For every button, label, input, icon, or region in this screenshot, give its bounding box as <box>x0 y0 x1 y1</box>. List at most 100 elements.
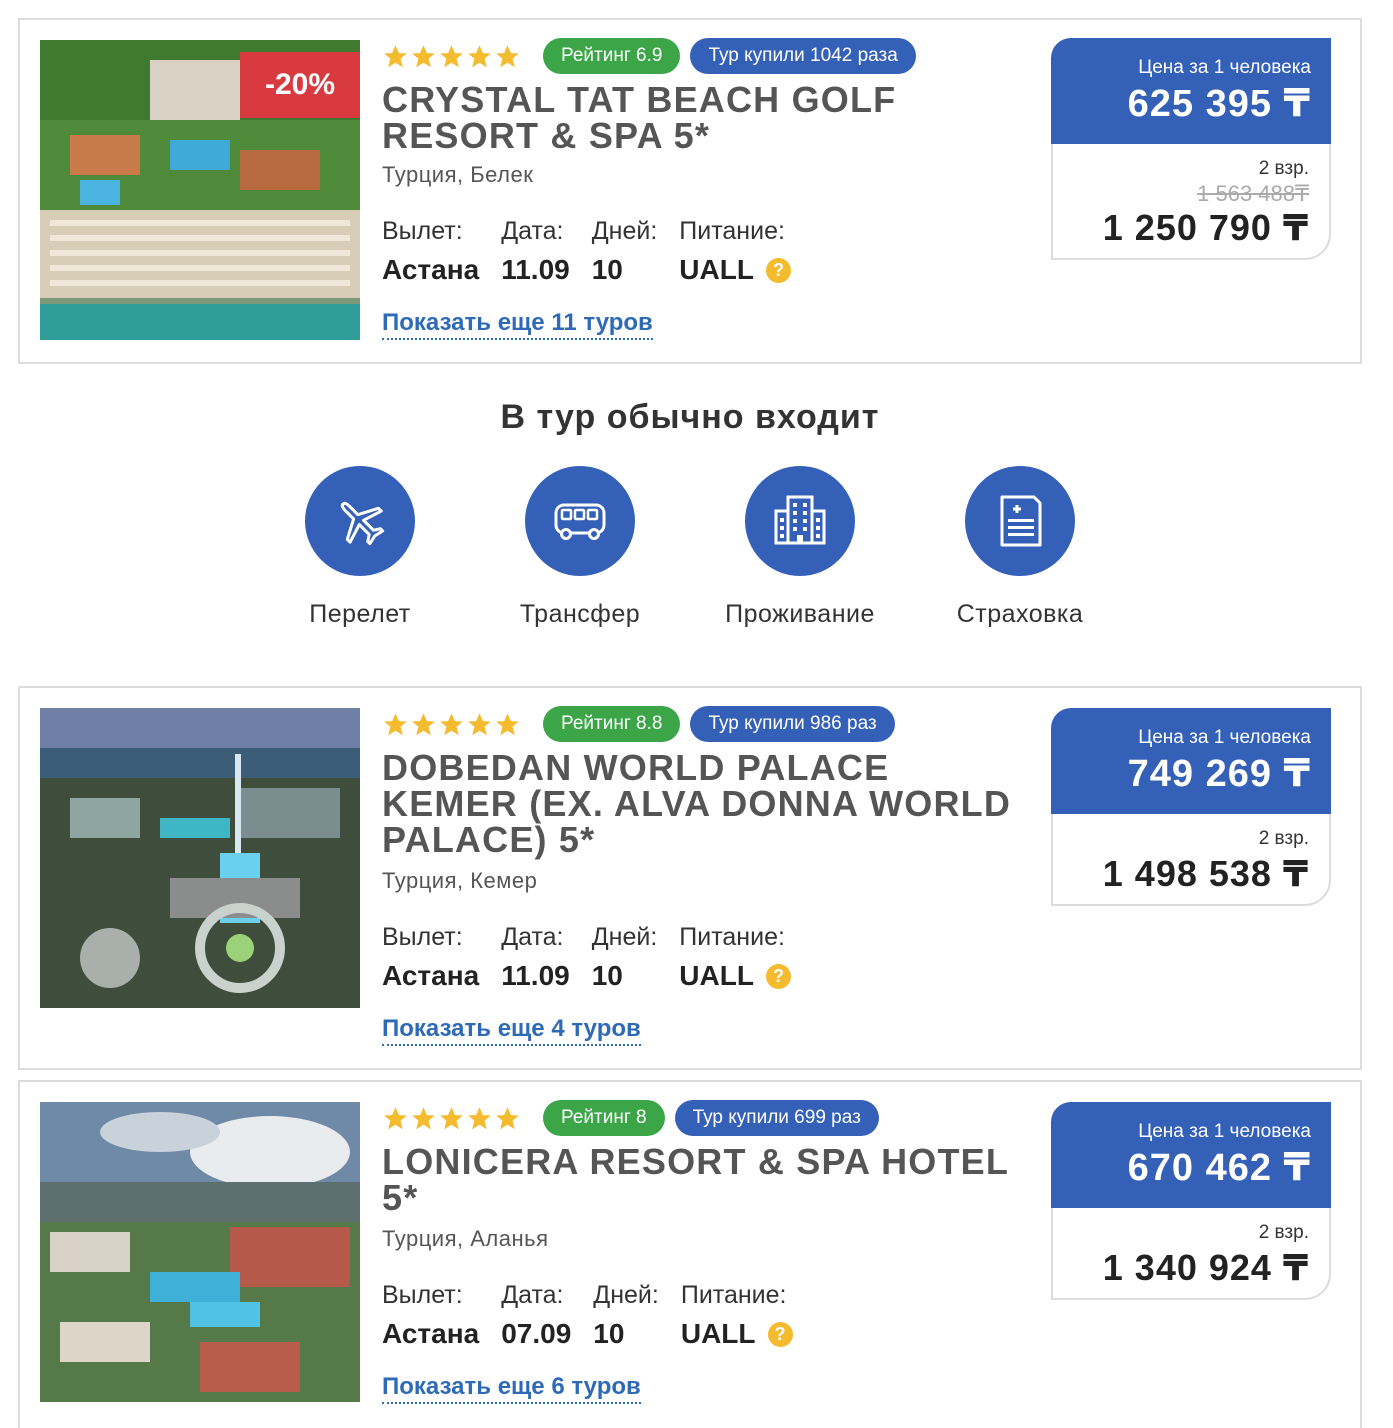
insurance-document-icon <box>965 466 1075 576</box>
star-icon <box>384 1106 407 1129</box>
help-icon[interactable]: ? <box>765 963 791 989</box>
departure-label: Вылет: <box>382 923 463 951</box>
show-more-tours-link[interactable]: Показать еще 4 туров <box>382 1014 641 1046</box>
star-icon <box>384 712 407 735</box>
star-icon <box>440 712 463 735</box>
hotel-location: Турция, Белек <box>382 162 534 187</box>
include-transfer-label: Трансфер <box>519 600 641 628</box>
airplane-icon <box>305 466 415 576</box>
days-label: Дней: <box>593 1281 659 1309</box>
departure-value: Астана <box>382 254 480 285</box>
star-icon <box>496 1106 519 1129</box>
price-block[interactable]: Цена за 1 человека 625 395 ₸ 2 взр. 1 56… <box>1051 38 1331 260</box>
star-icon <box>412 44 435 67</box>
bus-icon <box>525 466 635 576</box>
departure-label: Вылет: <box>382 217 463 245</box>
star-icon <box>440 1106 463 1129</box>
date-label: Дата: <box>501 217 564 245</box>
tour-includes-title: В тур обычно входит <box>500 398 880 436</box>
include-flight: Перелет <box>250 466 470 629</box>
hotel-photo[interactable] <box>40 1102 360 1402</box>
meals-label: Питание: <box>679 217 785 245</box>
star-icon <box>496 44 519 67</box>
purchase-count-badge: Тур купили 699 раз <box>674 1100 879 1136</box>
star-rating <box>382 43 521 70</box>
tour-details: Вылет: Астана Дата: 11.09 Дней: 10 Питание:… <box>382 212 813 290</box>
star-icon <box>468 712 491 735</box>
building-icon <box>745 466 855 576</box>
hotel-photo[interactable]: -20% <box>40 40 360 340</box>
tour-details: Вылет: Астана Дата: 11.09 Дней: 10 Питание:… <box>382 918 813 996</box>
purchase-count-badge: Тур купили 1042 раза <box>690 38 916 74</box>
days-label: Дней: <box>591 923 658 951</box>
rating-badge: Рейтинг 8.8 <box>543 706 681 742</box>
help-icon[interactable]: ? <box>767 1321 793 1347</box>
hotel-card: Рейтинг 8 Тур купили 699 раз LONICERA RE… <box>18 1080 1362 1428</box>
date-value: 11.09 <box>501 960 570 991</box>
price-per-person-label: Цена за 1 человека <box>1138 57 1311 78</box>
price-per-person-label: Цена за 1 человека <box>1138 1121 1311 1142</box>
days-value: 10 <box>593 1318 625 1349</box>
hotel-name[interactable]: DOBEDAN WORLD PALACE KEMER (EX. ALVA DON… <box>382 750 1022 858</box>
days-label: Дней: <box>591 217 658 245</box>
star-icon <box>440 44 463 67</box>
rating-badge: Рейтинг 8 <box>543 1100 665 1136</box>
old-price: 1 563 488₸ <box>1197 181 1309 206</box>
total-price: 1 340 924 ₸ <box>1102 1247 1309 1288</box>
resort-aerial-image <box>40 708 360 1008</box>
date-value: 07.09 <box>501 1318 572 1349</box>
star-icon <box>384 44 407 67</box>
total-price: 1 498 538 ₸ <box>1102 853 1309 894</box>
star-icon <box>468 44 491 67</box>
show-more-tours-link[interactable]: Показать еще 11 туров <box>382 308 653 340</box>
hotel-photo[interactable] <box>40 708 360 1008</box>
days-value: 10 <box>591 960 623 991</box>
include-accommodation: Проживание <box>690 466 910 629</box>
star-rating <box>382 1105 521 1132</box>
include-insurance-label: Страховка <box>956 600 1084 628</box>
star-icon <box>412 712 435 735</box>
meals-value: UALL <box>679 254 754 285</box>
hotel-location: Турция, Кемер <box>382 868 538 893</box>
days-value: 10 <box>591 254 623 285</box>
total-price: 1 250 790 ₸ <box>1102 207 1309 248</box>
include-accommodation-label: Проживание <box>725 600 875 628</box>
price-per-person-value: 749 269 ₸ <box>1127 753 1311 795</box>
departure-value: Астана <box>382 960 480 991</box>
hotel-card: -20% Рейтинг 6.9 Тур купили 1042 раза CR… <box>18 18 1362 364</box>
tour-details: Вылет: Астана Дата: 07.09 Дней: 10 Питание:… <box>382 1276 815 1354</box>
travelers-count: 2 взр. <box>1258 158 1309 179</box>
resort-aerial-image <box>40 1102 360 1402</box>
hotel-name[interactable]: CRYSTAL TAT BEACH GOLF RESORT & SPA 5* <box>382 82 1022 154</box>
star-rating <box>382 711 521 738</box>
hotel-location: Турция, Аланья <box>382 1226 549 1251</box>
star-icon <box>412 1106 435 1129</box>
include-flight-label: Перелет <box>309 600 411 628</box>
price-per-person-label: Цена за 1 человека <box>1138 727 1311 748</box>
help-icon[interactable]: ? <box>765 257 791 283</box>
meals-label: Питание: <box>680 1281 787 1309</box>
discount-badge: -20% <box>240 52 360 118</box>
meals-value: UALL <box>679 960 754 991</box>
departure-value: Астана <box>382 1318 480 1349</box>
price-per-person-value: 625 395 ₸ <box>1127 83 1311 125</box>
date-label: Дата: <box>501 923 564 951</box>
star-icon <box>468 1106 491 1129</box>
rating-badge: Рейтинг 6.9 <box>543 38 681 74</box>
hotel-name[interactable]: LONICERA RESORT & SPA HOTEL 5* <box>382 1144 1022 1216</box>
departure-label: Вылет: <box>382 1281 463 1309</box>
hotel-card: Рейтинг 8.8 Тур купили 986 раз DOBEDAN W… <box>18 686 1362 1070</box>
price-per-person-value: 670 462 ₸ <box>1127 1147 1311 1189</box>
include-insurance: Страховка <box>910 466 1130 629</box>
star-icon <box>496 712 519 735</box>
include-transfer: Трансфер <box>470 466 690 629</box>
travelers-count: 2 взр. <box>1258 1222 1309 1243</box>
meals-value: UALL <box>680 1318 756 1349</box>
meals-label: Питание: <box>679 923 785 951</box>
price-block[interactable]: Цена за 1 человека 749 269 ₸ 2 взр. 1 49… <box>1051 708 1331 906</box>
show-more-tours-link[interactable]: Показать еще 6 туров <box>382 1372 641 1404</box>
price-block[interactable]: Цена за 1 человека 670 462 ₸ 2 взр. 1 34… <box>1051 1102 1331 1300</box>
date-value: 11.09 <box>501 254 570 285</box>
purchase-count-badge: Тур купили 986 раз <box>690 706 895 742</box>
travelers-count: 2 взр. <box>1258 828 1309 849</box>
